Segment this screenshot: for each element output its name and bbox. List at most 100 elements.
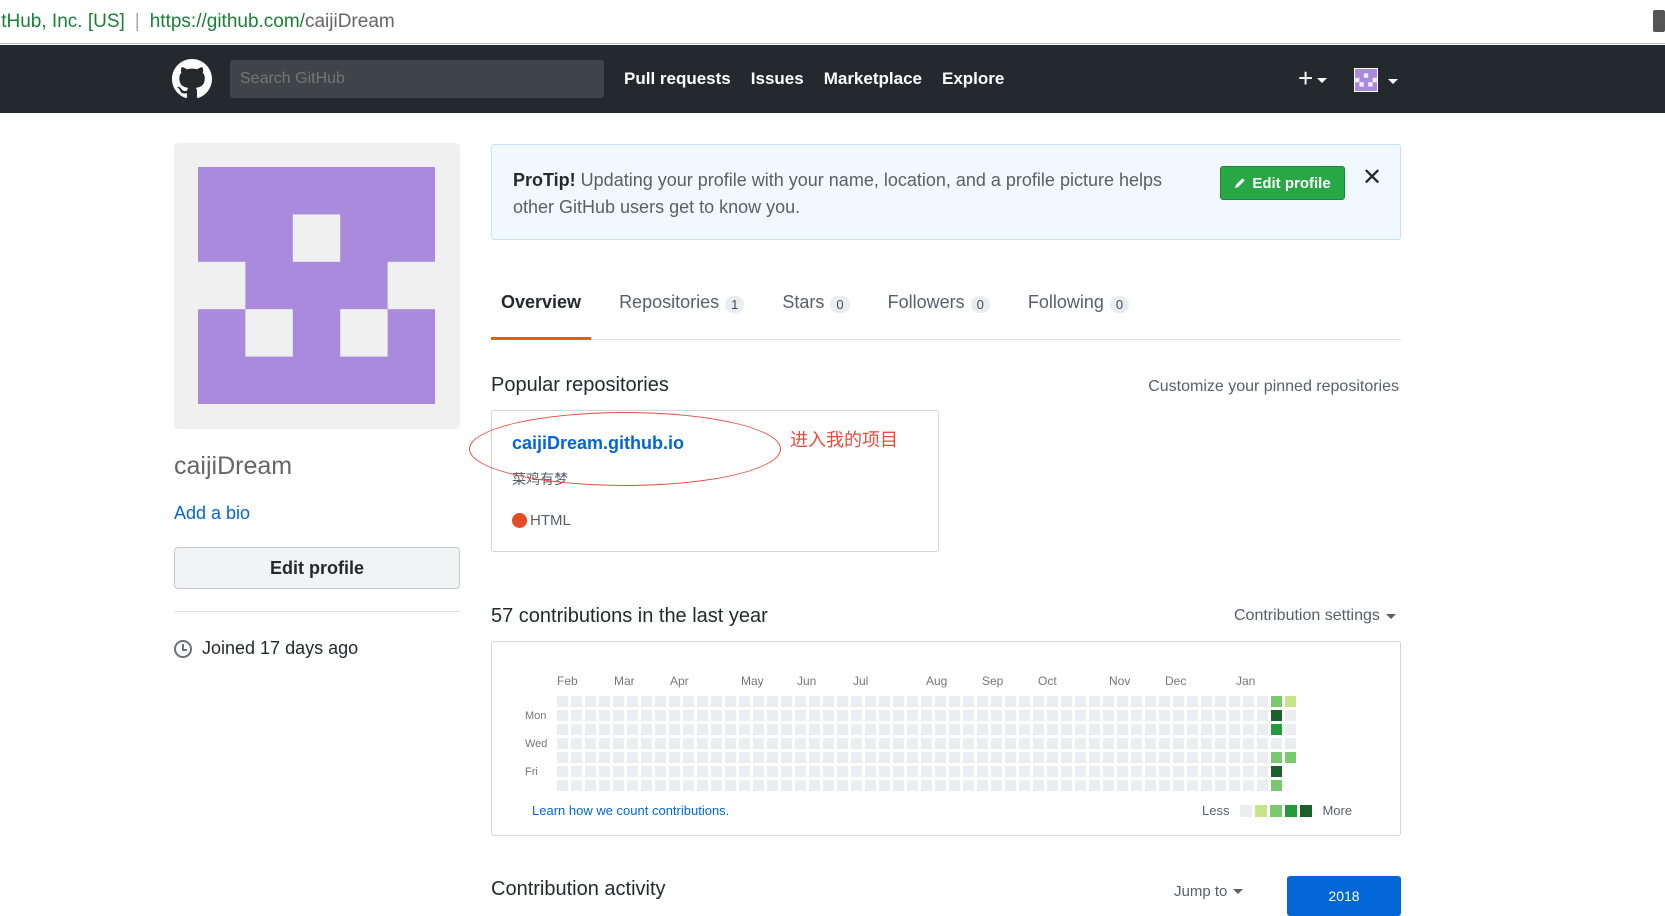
contribution-day[interactable] [879, 738, 890, 749]
contribution-day[interactable] [655, 780, 666, 791]
contribution-day[interactable] [1047, 696, 1058, 707]
create-new-button[interactable]: + [1298, 65, 1328, 91]
contribution-day[interactable] [613, 724, 624, 735]
contribution-day[interactable] [627, 780, 638, 791]
contribution-day[interactable] [725, 780, 736, 791]
contribution-day[interactable] [655, 738, 666, 749]
contribution-day[interactable] [571, 752, 582, 763]
contribution-day[interactable] [1047, 724, 1058, 735]
contribution-day[interactable] [725, 696, 736, 707]
contribution-day[interactable] [837, 780, 848, 791]
contribution-day[interactable] [837, 752, 848, 763]
contribution-day[interactable] [935, 780, 946, 791]
contribution-day[interactable] [1271, 710, 1282, 721]
contribution-day[interactable] [641, 766, 652, 777]
contribution-day[interactable] [697, 710, 708, 721]
contribution-day[interactable] [1201, 710, 1212, 721]
contribution-day[interactable] [1075, 766, 1086, 777]
contribution-day[interactable] [1103, 752, 1114, 763]
contribution-day[interactable] [641, 696, 652, 707]
contribution-day[interactable] [1061, 766, 1072, 777]
contribution-day[interactable] [1005, 766, 1016, 777]
contribution-day[interactable] [935, 696, 946, 707]
contribution-day[interactable] [669, 696, 680, 707]
contribution-day[interactable] [571, 780, 582, 791]
contribution-day[interactable] [627, 724, 638, 735]
contribution-day[interactable] [795, 738, 806, 749]
contribution-day[interactable] [683, 766, 694, 777]
contribution-day[interactable] [613, 710, 624, 721]
contribution-day[interactable] [1173, 752, 1184, 763]
contribution-day[interactable] [683, 738, 694, 749]
contribution-day[interactable] [879, 752, 890, 763]
contribution-day[interactable] [1145, 766, 1156, 777]
contribution-day[interactable] [935, 752, 946, 763]
contribution-day[interactable] [753, 752, 764, 763]
contribution-day[interactable] [1285, 710, 1296, 721]
contribution-day[interactable] [1271, 696, 1282, 707]
contribution-day[interactable] [921, 738, 932, 749]
contribution-day[interactable] [1089, 766, 1100, 777]
contribution-day[interactable] [739, 752, 750, 763]
contribution-day[interactable] [627, 738, 638, 749]
contribution-day[interactable] [907, 766, 918, 777]
contribution-day[interactable] [935, 766, 946, 777]
contribution-day[interactable] [585, 738, 596, 749]
contribution-day[interactable] [641, 738, 652, 749]
contribution-day[interactable] [1117, 724, 1128, 735]
contribution-day[interactable] [865, 780, 876, 791]
contribution-day[interactable] [963, 780, 974, 791]
contribution-day[interactable] [991, 710, 1002, 721]
contribution-day[interactable] [669, 724, 680, 735]
contribution-day[interactable] [1005, 752, 1016, 763]
contribution-day[interactable] [613, 752, 624, 763]
contribution-day[interactable] [613, 696, 624, 707]
contribution-day[interactable] [1047, 752, 1058, 763]
contribution-day[interactable] [991, 766, 1002, 777]
contribution-day[interactable] [571, 696, 582, 707]
contribution-day[interactable] [1005, 710, 1016, 721]
contribution-day[interactable] [1089, 710, 1100, 721]
contribution-day[interactable] [949, 766, 960, 777]
github-logo-icon[interactable] [172, 59, 212, 99]
contribution-day[interactable] [669, 780, 680, 791]
contribution-day[interactable] [1131, 766, 1142, 777]
contribution-day[interactable] [1019, 738, 1030, 749]
contribution-day[interactable] [585, 710, 596, 721]
contribution-day[interactable] [949, 780, 960, 791]
contribution-day[interactable] [865, 710, 876, 721]
contribution-day[interactable] [1005, 738, 1016, 749]
contribution-day[interactable] [1019, 696, 1030, 707]
contribution-day[interactable] [1229, 766, 1240, 777]
contribution-day[interactable] [1173, 724, 1184, 735]
contribution-day[interactable] [697, 696, 708, 707]
contribution-day[interactable] [907, 752, 918, 763]
contribution-day[interactable] [893, 752, 904, 763]
contribution-day[interactable] [655, 752, 666, 763]
contribution-day[interactable] [585, 696, 596, 707]
profile-avatar[interactable] [174, 143, 460, 429]
contribution-day[interactable] [1187, 710, 1198, 721]
contribution-day[interactable] [1215, 780, 1226, 791]
contribution-day[interactable] [767, 766, 778, 777]
contribution-day[interactable] [557, 724, 568, 735]
contribution-day[interactable] [585, 724, 596, 735]
contribution-day[interactable] [935, 738, 946, 749]
contribution-day[interactable] [1159, 710, 1170, 721]
contribution-day[interactable] [823, 738, 834, 749]
contribution-day[interactable] [1215, 738, 1226, 749]
contribution-day[interactable] [1243, 724, 1254, 735]
user-menu-avatar[interactable] [1354, 68, 1378, 92]
contribution-day[interactable] [837, 738, 848, 749]
contribution-day[interactable] [1047, 710, 1058, 721]
contribution-day[interactable] [935, 710, 946, 721]
chevron-down-icon[interactable] [1388, 79, 1398, 84]
contribution-day[interactable] [1019, 724, 1030, 735]
contribution-day[interactable] [1131, 710, 1142, 721]
contribution-day[interactable] [1089, 780, 1100, 791]
contribution-day[interactable] [697, 752, 708, 763]
contribution-day[interactable] [683, 752, 694, 763]
contribution-day[interactable] [963, 738, 974, 749]
contribution-day[interactable] [1257, 780, 1268, 791]
contribution-day[interactable] [879, 780, 890, 791]
